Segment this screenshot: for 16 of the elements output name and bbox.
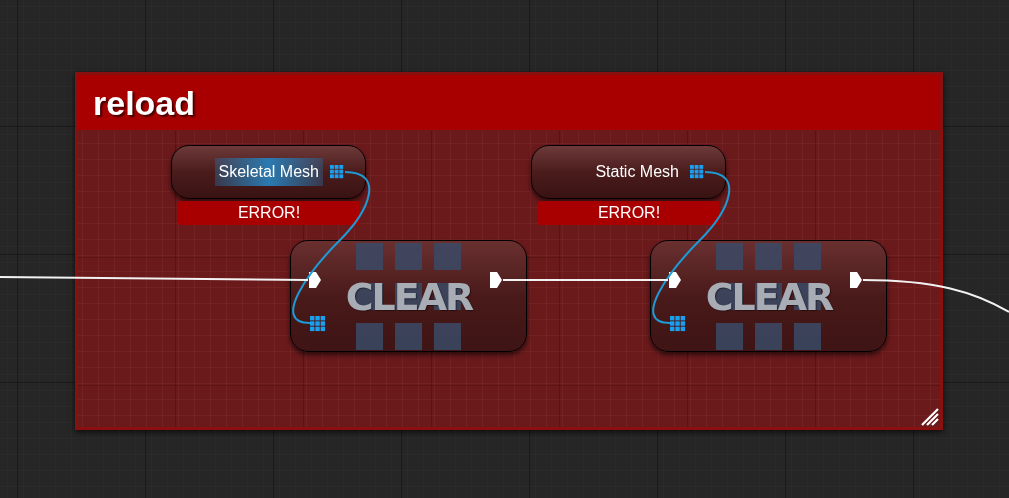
exec-pin-icon[interactable] xyxy=(308,271,322,289)
exec-pin-icon[interactable] xyxy=(668,271,682,289)
pin-grid-icon[interactable] xyxy=(670,316,686,332)
pin-grid-icon[interactable] xyxy=(330,165,344,179)
pin-grid-icon[interactable] xyxy=(690,165,704,179)
variable-label: Skeletal Mesh xyxy=(214,158,323,186)
exec-pin-icon[interactable] xyxy=(489,271,503,289)
pin-grid-icon[interactable] xyxy=(310,316,326,332)
error-banner: ERROR! xyxy=(538,201,720,225)
exec-pin-icon[interactable] xyxy=(849,271,863,289)
error-banner: ERROR! xyxy=(178,201,360,225)
variable-label: Static Mesh xyxy=(594,162,680,182)
variable-node[interactable] xyxy=(531,145,726,199)
comment-title[interactable]: reload xyxy=(93,82,196,124)
resize-handle-icon[interactable] xyxy=(920,407,940,427)
variable-node[interactable] xyxy=(171,145,366,199)
